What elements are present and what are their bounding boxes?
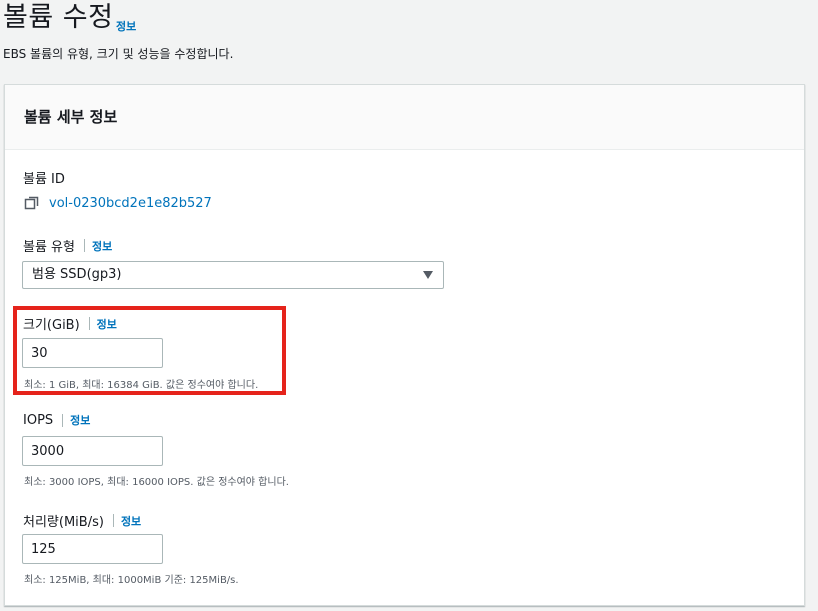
iops-input[interactable]: [22, 436, 163, 466]
size-label-row: 크기(GiB) 정보: [23, 314, 117, 333]
throughput-hint: 최소: 125MiB, 최대: 1000MiB 기준: 125MiB/s.: [24, 575, 239, 586]
caret-down-icon: [423, 271, 433, 279]
volume-type-label-row: 볼륨 유형 정보: [23, 236, 112, 255]
label-separator: [62, 413, 64, 427]
volume-type-select[interactable]: 범용 SSD(gp3): [22, 261, 444, 289]
iops-hint: 최소: 3000 IOPS, 최대: 16000 IOPS. 값은 정수여야 합…: [24, 477, 289, 488]
iops-label-row: IOPS 정보: [23, 412, 90, 428]
title-info-link[interactable]: 정보: [116, 18, 136, 34]
throughput-info-link[interactable]: 정보: [121, 513, 141, 529]
volume-id-row: vol-0230bcd2e1e82b527: [24, 195, 212, 211]
throughput-label-row: 처리량(MiB/s) 정보: [23, 511, 141, 530]
volume-id-link[interactable]: vol-0230bcd2e1e82b527: [49, 196, 212, 211]
label-separator: [83, 239, 85, 252]
volume-id-label: 볼륨 ID: [23, 172, 65, 187]
size-hint: 최소: 1 GiB, 최대: 16384 GiB. 값은 정수여야 합니다.: [24, 380, 259, 391]
iops-info-link[interactable]: 정보: [70, 412, 90, 428]
volume-type-selected: 범용 SSD(gp3): [32, 267, 122, 282]
size-label: 크기(GiB): [23, 318, 80, 333]
volume-type-label: 볼륨 유형: [23, 240, 75, 255]
panel-title: 볼륨 세부 정보: [24, 108, 118, 126]
label-separator: [112, 514, 114, 527]
throughput-input[interactable]: [22, 534, 163, 564]
volume-type-info-link[interactable]: 정보: [92, 238, 112, 254]
label-separator: [88, 317, 90, 330]
size-input[interactable]: [22, 338, 163, 368]
iops-label: IOPS: [23, 412, 54, 428]
throughput-label: 처리량(MiB/s): [23, 515, 104, 530]
page-title: 볼륨 수정: [3, 2, 114, 33]
page-description: EBS 볼륨의 유형, 크기 및 성능을 수정합니다.: [3, 47, 234, 61]
size-info-link[interactable]: 정보: [97, 316, 117, 332]
copy-icon[interactable]: [24, 195, 40, 211]
panel-header: [5, 85, 804, 150]
